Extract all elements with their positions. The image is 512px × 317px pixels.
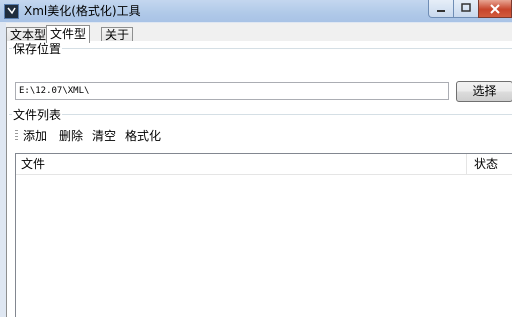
title-bar: Xml美化(格式化)工具 xyxy=(0,0,512,22)
app-icon xyxy=(4,4,19,19)
file-list-group-border xyxy=(9,114,512,115)
file-list-label: 文件列表 xyxy=(12,108,63,122)
file-list-view[interactable]: 文件 状态 xyxy=(15,153,512,317)
save-location-label: 保存位置 xyxy=(12,42,63,56)
delete-button[interactable]: 删除 xyxy=(59,128,83,144)
column-header-file[interactable]: 文件 xyxy=(21,157,45,171)
maximize-button[interactable] xyxy=(453,0,479,18)
minimize-icon xyxy=(437,10,445,12)
format-button[interactable]: 格式化 xyxy=(125,128,161,144)
file-mode-panel: 保存位置 E:\12.07\XML\ 选择 文件列表 添加 删除 清空 格式化 … xyxy=(6,41,512,317)
tab-text-mode[interactable]: 文本型 xyxy=(6,27,51,42)
close-icon xyxy=(490,4,500,14)
tab-about[interactable]: 关于 xyxy=(101,27,134,42)
column-divider[interactable] xyxy=(466,154,467,174)
save-path-field[interactable]: E:\12.07\XML\ xyxy=(15,82,449,100)
tab-file-mode[interactable]: 文件型 xyxy=(46,25,91,43)
minimize-button[interactable] xyxy=(428,0,454,18)
client-area: 文本型 文件型 关于 保存位置 E:\12.07\XML\ 选择 文件列表 添加… xyxy=(6,23,512,317)
window-title: Xml美化(格式化)工具 xyxy=(24,4,141,18)
maximize-icon xyxy=(461,3,471,12)
add-button[interactable]: 添加 xyxy=(23,128,47,144)
list-header: 文件 状态 xyxy=(16,154,512,175)
select-folder-button[interactable]: 选择 xyxy=(456,81,512,102)
file-list-toolbar: 添加 删除 清空 格式化 xyxy=(15,127,511,145)
column-header-status[interactable]: 状态 xyxy=(474,157,498,171)
clear-button[interactable]: 清空 xyxy=(92,128,116,144)
save-location-group-border xyxy=(9,48,512,49)
close-button[interactable] xyxy=(478,0,512,18)
toolbar-grip-icon[interactable] xyxy=(15,130,18,142)
